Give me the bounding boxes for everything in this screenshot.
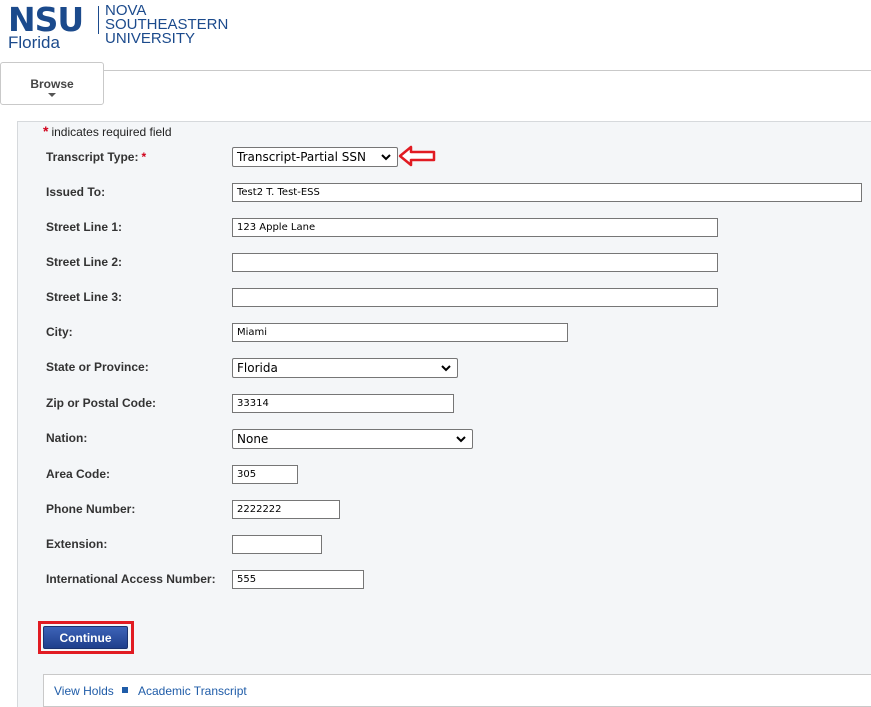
phone-number-label: Phone Number: <box>46 502 136 516</box>
required-asterisk: * <box>141 150 147 164</box>
extension-label: Extension: <box>46 537 108 551</box>
intl-access-input[interactable]: 555 <box>232 570 364 589</box>
nation-label: Nation: <box>46 431 88 445</box>
street-line-3-input[interactable] <box>232 288 718 307</box>
logo-university-name: NOVA SOUTHEASTERN UNIVERSITY <box>105 2 268 47</box>
logo-divider <box>98 6 99 34</box>
chevron-down-icon <box>441 365 451 372</box>
state-label: State or Province: <box>46 360 149 374</box>
nsu-logo: NSU Florida NOVA SOUTHEASTERN UNIVERSITY <box>8 2 268 54</box>
street-line-2-label: Street Line 2: <box>46 255 123 269</box>
nation-select[interactable]: None <box>232 429 473 449</box>
issued-to-label: Issued To: <box>46 185 106 199</box>
street-line-3-label: Street Line 3: <box>46 290 123 304</box>
required-field-note: * indicates required field <box>43 123 172 139</box>
view-holds-link[interactable]: View Holds <box>54 684 114 698</box>
logo-florida-text: Florida <box>8 33 60 52</box>
logo-uni-line1: NOVA SOUTHEASTERN <box>105 2 229 33</box>
area-code-label: Area Code: <box>46 467 111 481</box>
street-line-1-input[interactable]: 123 Apple Lane <box>232 218 718 237</box>
logo-uni-line2: UNIVERSITY <box>105 30 196 47</box>
issued-to-input[interactable]: Test2 T. Test-ESS <box>232 183 862 202</box>
zip-label: Zip or Postal Code: <box>46 396 157 410</box>
browse-menu-button[interactable]: Browse <box>0 62 104 105</box>
zip-input[interactable]: 33314 <box>232 394 454 413</box>
form-panel <box>17 121 871 707</box>
header-divider <box>0 70 871 71</box>
square-bullet-icon <box>122 687 128 693</box>
academic-transcript-link[interactable]: Academic Transcript <box>138 684 247 698</box>
transcript-type-select[interactable]: Transcript-Partial SSN <box>232 147 398 167</box>
caret-down-icon <box>48 93 56 97</box>
intl-access-label: International Access Number: <box>46 572 216 586</box>
chevron-down-icon <box>381 154 391 161</box>
extension-input[interactable] <box>232 535 322 554</box>
continue-button[interactable]: Continue <box>43 626 128 649</box>
phone-number-input[interactable]: 2222222 <box>232 500 340 519</box>
browse-label: Browse <box>30 77 74 91</box>
state-select[interactable]: Florida <box>232 358 458 378</box>
red-arrow-annotation-icon <box>398 145 436 167</box>
street-line-2-input[interactable] <box>232 253 718 272</box>
transcript-type-label: Transcript Type: * <box>46 150 147 164</box>
required-asterisk: * <box>43 123 49 139</box>
area-code-input[interactable]: 305 <box>232 465 298 484</box>
street-line-1-label: Street Line 1: <box>46 220 123 234</box>
city-label: City: <box>46 325 73 339</box>
chevron-down-icon <box>456 436 466 443</box>
city-input[interactable]: Miami <box>232 323 568 342</box>
